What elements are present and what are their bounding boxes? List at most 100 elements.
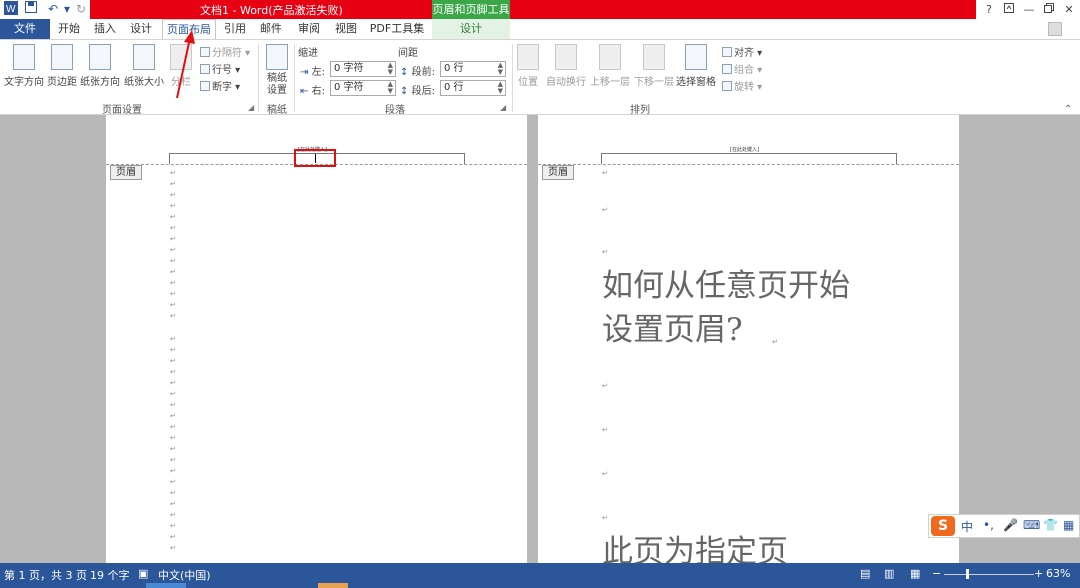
- bring-forward-icon: [599, 44, 621, 70]
- tab-design[interactable]: 设计: [124, 19, 158, 39]
- keyboard-icon[interactable]: ⌨: [1023, 518, 1040, 532]
- spinner-arrows-icon[interactable]: ▲ ▼: [388, 81, 393, 95]
- text-direction-button[interactable]: 文字方向: [2, 44, 46, 88]
- margins-icon: [51, 44, 73, 70]
- margins-button[interactable]: 页边距: [46, 44, 78, 88]
- orientation-button[interactable]: 纸张方向: [78, 44, 122, 88]
- indent-left-input[interactable]: 0 字符 ▲ ▼: [330, 61, 396, 77]
- breaks-button[interactable]: 分隔符 ▾: [200, 44, 250, 59]
- tab-view[interactable]: 视图: [328, 19, 364, 39]
- proofing-icon[interactable]: ▣: [138, 567, 148, 580]
- line-numbers-button[interactable]: 行号 ▾: [200, 61, 240, 76]
- spacing-after-input[interactable]: 0 行 ▲ ▼: [440, 80, 506, 96]
- web-layout-icon[interactable]: ▦: [910, 567, 920, 580]
- zoom-level[interactable]: 63%: [1046, 567, 1070, 580]
- group-label: 组合: [734, 65, 754, 76]
- tab-insert[interactable]: 插入: [88, 19, 122, 39]
- paragraph-launcher-icon[interactable]: ◢: [500, 103, 506, 112]
- header-area[interactable]: [601, 153, 897, 164]
- svg-text:W: W: [6, 4, 16, 15]
- paragraph-mark: ↵: [170, 467, 176, 475]
- header-placeholder[interactable]: [在此处键入]: [730, 146, 759, 153]
- rotate-button[interactable]: 旋转 ▾: [722, 78, 762, 93]
- ime-punctuation[interactable]: •,: [983, 518, 994, 532]
- orientation-label: 纸张方向: [80, 77, 120, 88]
- document-area[interactable]: [在此处键入] 页眉 ↵ ↵ ↵ ↵ ↵ ↵ ↵ ↵ ↵ ↵ ↵ ↵ ↵ ↵ ↵ ↵ ↵ ↵ ↵ ↵ ↵ ↵ ↵ ↵ ↵ ↵ ↵ ↵ ↵…: [0, 115, 1080, 563]
- spinner-arrows-icon[interactable]: ▲ ▼: [498, 81, 503, 95]
- restore-icon[interactable]: [1038, 0, 1060, 19]
- page-setup-launcher-icon[interactable]: ◢: [248, 103, 254, 112]
- selection-pane-icon: [685, 44, 707, 70]
- tab-mailings[interactable]: 邮件: [254, 19, 288, 39]
- zoom-slider-knob[interactable]: [966, 569, 969, 579]
- line-numbers-icon: [200, 64, 210, 74]
- paragraph-mark: ↵: [170, 191, 176, 199]
- tab-header-footer-design[interactable]: 设计: [432, 19, 510, 39]
- user-avatar[interactable]: [1048, 22, 1062, 36]
- zoom-in-icon[interactable]: +: [1034, 567, 1043, 580]
- spinner-arrows-icon[interactable]: ▲ ▼: [498, 62, 503, 76]
- read-mode-icon[interactable]: ▤: [860, 567, 870, 580]
- taskbar-strip: [0, 583, 1080, 588]
- paragraph-mark: ↵: [170, 346, 176, 354]
- paragraph-mark: ↵: [170, 257, 176, 265]
- rotate-icon: [722, 81, 732, 91]
- hyphenation-button[interactable]: 断字 ▾: [200, 78, 240, 93]
- zoom-slider[interactable]: [944, 574, 1034, 575]
- ribbon-display-options-icon[interactable]: [998, 0, 1020, 19]
- draft-settings-button[interactable]: 稿纸设置: [262, 44, 292, 97]
- wrap-text-button[interactable]: 自动换行: [544, 44, 588, 88]
- align-button[interactable]: 对齐 ▾: [722, 44, 762, 59]
- paragraph-mark: ↵: [602, 248, 608, 256]
- microphone-icon[interactable]: 🎤: [1003, 518, 1018, 532]
- page-2[interactable]: [在此处键入] 页眉 ↵ ↵ ↵ ↵ ↵ ↵ ↵ ↵ 如何从任意页开始 设置页眉? 此页为指定…: [538, 115, 959, 563]
- size-button[interactable]: 纸张大小: [122, 44, 166, 88]
- spacing-after-text: 段后:: [411, 86, 435, 97]
- zoom-out-icon[interactable]: −: [932, 567, 941, 580]
- redo-icon[interactable]: ↻: [72, 1, 90, 17]
- hyphenation-icon: [200, 81, 210, 91]
- size-icon: [133, 44, 155, 70]
- help-button[interactable]: ?: [978, 0, 1000, 19]
- hyphenation-label: 断字: [212, 82, 232, 93]
- tab-home[interactable]: 开始: [52, 19, 86, 39]
- collapse-ribbon-icon[interactable]: ⌃: [1064, 104, 1072, 115]
- tab-file[interactable]: 文件: [0, 19, 50, 39]
- heading-line-3[interactable]: 此页为指定页: [602, 531, 788, 563]
- paragraph-mark: ↵: [170, 268, 176, 276]
- paragraph-mark: ↵: [170, 379, 176, 387]
- group-separator: [512, 44, 513, 112]
- save-icon[interactable]: [22, 1, 40, 17]
- spacing-before-input[interactable]: 0 行 ▲ ▼: [440, 61, 506, 77]
- ime-toolbar[interactable]: S 中 •, 🎤 ⌨ 👕 ▦: [928, 514, 1080, 538]
- tab-review[interactable]: 审阅: [290, 19, 328, 39]
- word-count[interactable]: 19 个字: [90, 567, 130, 583]
- send-backward-button[interactable]: 下移一层: [632, 44, 676, 88]
- toolbox-icon[interactable]: ▦: [1063, 518, 1074, 532]
- selection-pane-button[interactable]: 选择窗格: [674, 44, 718, 88]
- heading-line-1[interactable]: 如何从任意页开始: [602, 265, 850, 307]
- skin-icon[interactable]: 👕: [1043, 518, 1058, 532]
- group-button[interactable]: 组合 ▾: [722, 61, 762, 76]
- spinner-arrows-icon[interactable]: ▲ ▼: [388, 62, 393, 76]
- margins-label: 页边距: [47, 77, 77, 88]
- paragraph-mark: ↵: [170, 279, 176, 287]
- spacing-before-icon: ↕: [400, 67, 409, 78]
- tab-pdf-tools[interactable]: PDF工具集: [366, 19, 428, 39]
- page-1[interactable]: [在此处键入] 页眉 ↵ ↵ ↵ ↵ ↵ ↵ ↵ ↵ ↵ ↵ ↵ ↵ ↵ ↵ ↵ ↵ ↵ ↵ ↵ ↵ ↵ ↵ ↵ ↵ ↵ ↵ ↵ ↵ ↵…: [106, 115, 527, 563]
- position-button[interactable]: 位置: [514, 44, 542, 88]
- paragraph-mark: ↵: [602, 514, 608, 522]
- heading-line-2[interactable]: 设置页眉?: [602, 309, 743, 351]
- tab-references[interactable]: 引用: [218, 19, 252, 39]
- group-separator: [294, 44, 295, 112]
- bring-forward-button[interactable]: 上移一层: [588, 44, 632, 88]
- indent-right-input[interactable]: 0 字符 ▲ ▼: [330, 80, 396, 96]
- close-button[interactable]: ✕: [1058, 0, 1080, 19]
- text-cursor: [315, 154, 316, 163]
- language[interactable]: 中文(中国): [158, 567, 211, 583]
- ime-mode[interactable]: 中: [961, 518, 973, 535]
- print-layout-icon[interactable]: ▥: [884, 567, 894, 580]
- page-count[interactable]: 第 1 页，共 3 页: [4, 567, 87, 583]
- minimize-button[interactable]: —: [1018, 0, 1040, 19]
- sogou-logo-icon[interactable]: S: [931, 516, 955, 536]
